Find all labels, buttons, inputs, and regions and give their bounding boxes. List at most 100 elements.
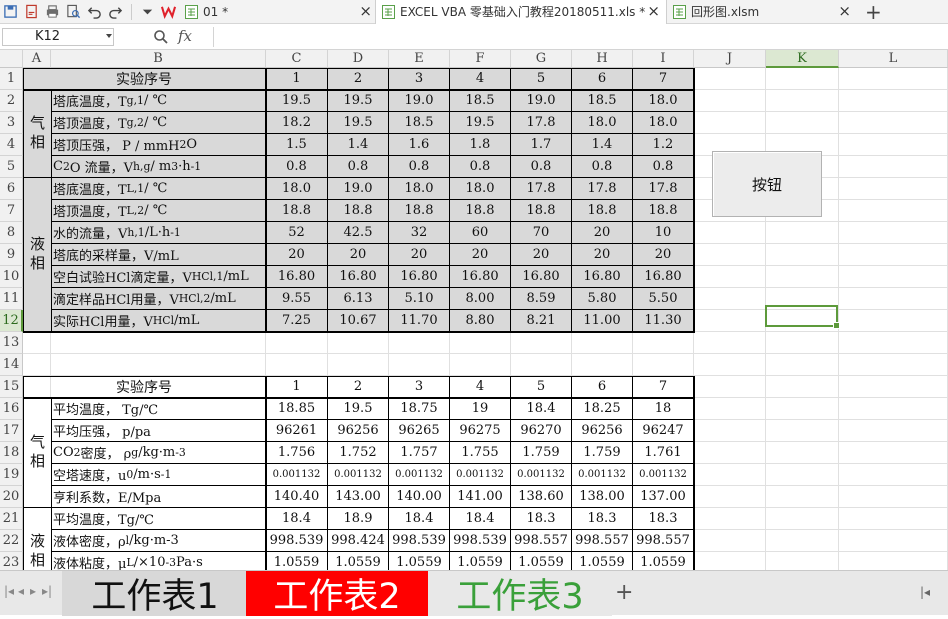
cell[interactable]	[694, 112, 766, 134]
cell[interactable]	[328, 354, 389, 376]
table1-value[interactable]: 18.8	[389, 200, 450, 222]
table1-value[interactable]: 20	[266, 244, 328, 266]
cell[interactable]	[450, 354, 511, 376]
table1-value[interactable]: 9.55	[266, 288, 328, 310]
table1-value[interactable]: 19.0	[389, 90, 450, 112]
table2-value[interactable]: 138.00	[572, 486, 633, 508]
table2-value[interactable]: 1.755	[450, 442, 511, 464]
cell[interactable]	[766, 464, 839, 486]
table1-value[interactable]: 18.8	[633, 200, 694, 222]
column-header-g[interactable]: G	[511, 50, 572, 68]
table2-value[interactable]: 96265	[389, 420, 450, 442]
table1-value[interactable]: 19.0	[511, 90, 572, 112]
scroll-right-icon[interactable]: |◂	[920, 585, 930, 599]
cell[interactable]	[450, 332, 511, 354]
table2-value[interactable]: 0.001132	[450, 464, 511, 486]
table1-value[interactable]: 11.70	[389, 310, 450, 332]
table2-value[interactable]: 0.001132	[389, 464, 450, 486]
table1-value[interactable]: 18.8	[450, 200, 511, 222]
table1-value[interactable]: 5.50	[633, 288, 694, 310]
prev-sheet-icon[interactable]: ◂	[18, 584, 24, 598]
cell[interactable]	[839, 156, 948, 178]
table1-value[interactable]: 18.0	[450, 178, 511, 200]
cell[interactable]	[766, 244, 839, 266]
table2-value[interactable]: 998.557	[511, 530, 572, 552]
row-header-7[interactable]: 7	[0, 200, 23, 222]
customize-toolbar-icon[interactable]	[137, 0, 158, 24]
cell[interactable]	[23, 354, 51, 376]
column-header-j[interactable]: J	[694, 50, 766, 68]
table1-value[interactable]: 1.8	[450, 134, 511, 156]
cell[interactable]	[839, 398, 948, 420]
table2-value[interactable]: 141.00	[450, 486, 511, 508]
table1-value[interactable]: 1.6	[389, 134, 450, 156]
row-header-17[interactable]: 17	[0, 420, 23, 442]
table2-value[interactable]: 18.4	[511, 398, 572, 420]
row-header-8[interactable]: 8	[0, 222, 23, 244]
column-header-i[interactable]: I	[633, 50, 694, 68]
table2-value[interactable]: 1.759	[511, 442, 572, 464]
cell[interactable]	[766, 376, 839, 398]
cell[interactable]	[839, 244, 948, 266]
table1-value[interactable]: 1.5	[266, 134, 328, 156]
selected-cell-k12[interactable]	[765, 305, 840, 329]
table2-value[interactable]: 1.757	[389, 442, 450, 464]
column-header-a[interactable]: A	[23, 50, 51, 68]
cell[interactable]	[51, 354, 266, 376]
sheet-tab-2[interactable]: 工作表2	[246, 571, 428, 617]
cell[interactable]	[694, 266, 766, 288]
table1-value[interactable]: 7.25	[266, 310, 328, 332]
table1-value[interactable]: 16.80	[389, 266, 450, 288]
table2-value[interactable]: 998.424	[328, 530, 389, 552]
column-header-c[interactable]: C	[266, 50, 328, 68]
cell[interactable]	[694, 288, 766, 310]
first-sheet-icon[interactable]: |◂	[4, 584, 14, 598]
column-header-l[interactable]: L	[839, 50, 948, 68]
cell[interactable]	[694, 68, 766, 90]
row-header-21[interactable]: 21	[0, 508, 23, 530]
table1-value[interactable]: 0.8	[266, 156, 328, 178]
close-icon[interactable]: ×	[838, 3, 851, 19]
row-header-22[interactable]: 22	[0, 530, 23, 552]
table2-value[interactable]: 18.4	[389, 508, 450, 530]
table1-value[interactable]: 8.59	[511, 288, 572, 310]
table1-value[interactable]: 5.80	[572, 288, 633, 310]
table1-value[interactable]: 20	[633, 244, 694, 266]
add-sheet-button[interactable]: +	[615, 580, 633, 605]
cell[interactable]	[694, 442, 766, 464]
table1-value[interactable]: 18.5	[450, 90, 511, 112]
tab-doc-excel-vba[interactable]: EXCEL VBA 零基础入门教程20180511.xls * ×	[375, 0, 667, 24]
cell[interactable]	[511, 332, 572, 354]
row-header-9[interactable]: 9	[0, 244, 23, 266]
row-header-1[interactable]: 1	[0, 68, 23, 90]
cell[interactable]	[633, 332, 694, 354]
table1-value[interactable]: 19.5	[450, 112, 511, 134]
table1-value[interactable]: 0.8	[572, 156, 633, 178]
table2-value[interactable]: 0.001132	[266, 464, 328, 486]
cell[interactable]	[766, 442, 839, 464]
table1-value[interactable]: 20	[389, 244, 450, 266]
cell[interactable]	[694, 376, 766, 398]
table2-value[interactable]: 18.3	[633, 508, 694, 530]
cell[interactable]	[766, 508, 839, 530]
table1-value[interactable]: 16.80	[511, 266, 572, 288]
cell[interactable]	[839, 288, 948, 310]
table2-value[interactable]: 0.001132	[511, 464, 572, 486]
cell[interactable]	[389, 332, 450, 354]
table1-value[interactable]: 1.4	[328, 134, 389, 156]
cell[interactable]	[694, 420, 766, 442]
table1-value[interactable]: 8.21	[511, 310, 572, 332]
table2-value[interactable]: 18.3	[511, 508, 572, 530]
table2-value[interactable]: 18.3	[572, 508, 633, 530]
table1-value[interactable]: 10.67	[328, 310, 389, 332]
tab-doc-huixingtu[interactable]: 回形图.xlsm ×	[667, 0, 857, 24]
cell[interactable]	[766, 112, 839, 134]
row-header-15[interactable]: 15	[0, 376, 23, 398]
cell[interactable]	[694, 310, 766, 332]
table1-value[interactable]: 17.8	[633, 178, 694, 200]
table1-value[interactable]: 16.80	[572, 266, 633, 288]
table1-value[interactable]: 16.80	[266, 266, 328, 288]
table2-value[interactable]: 0.001132	[572, 464, 633, 486]
vba-button[interactable]: 按钮	[712, 151, 822, 217]
table2-value[interactable]: 137.00	[633, 486, 694, 508]
